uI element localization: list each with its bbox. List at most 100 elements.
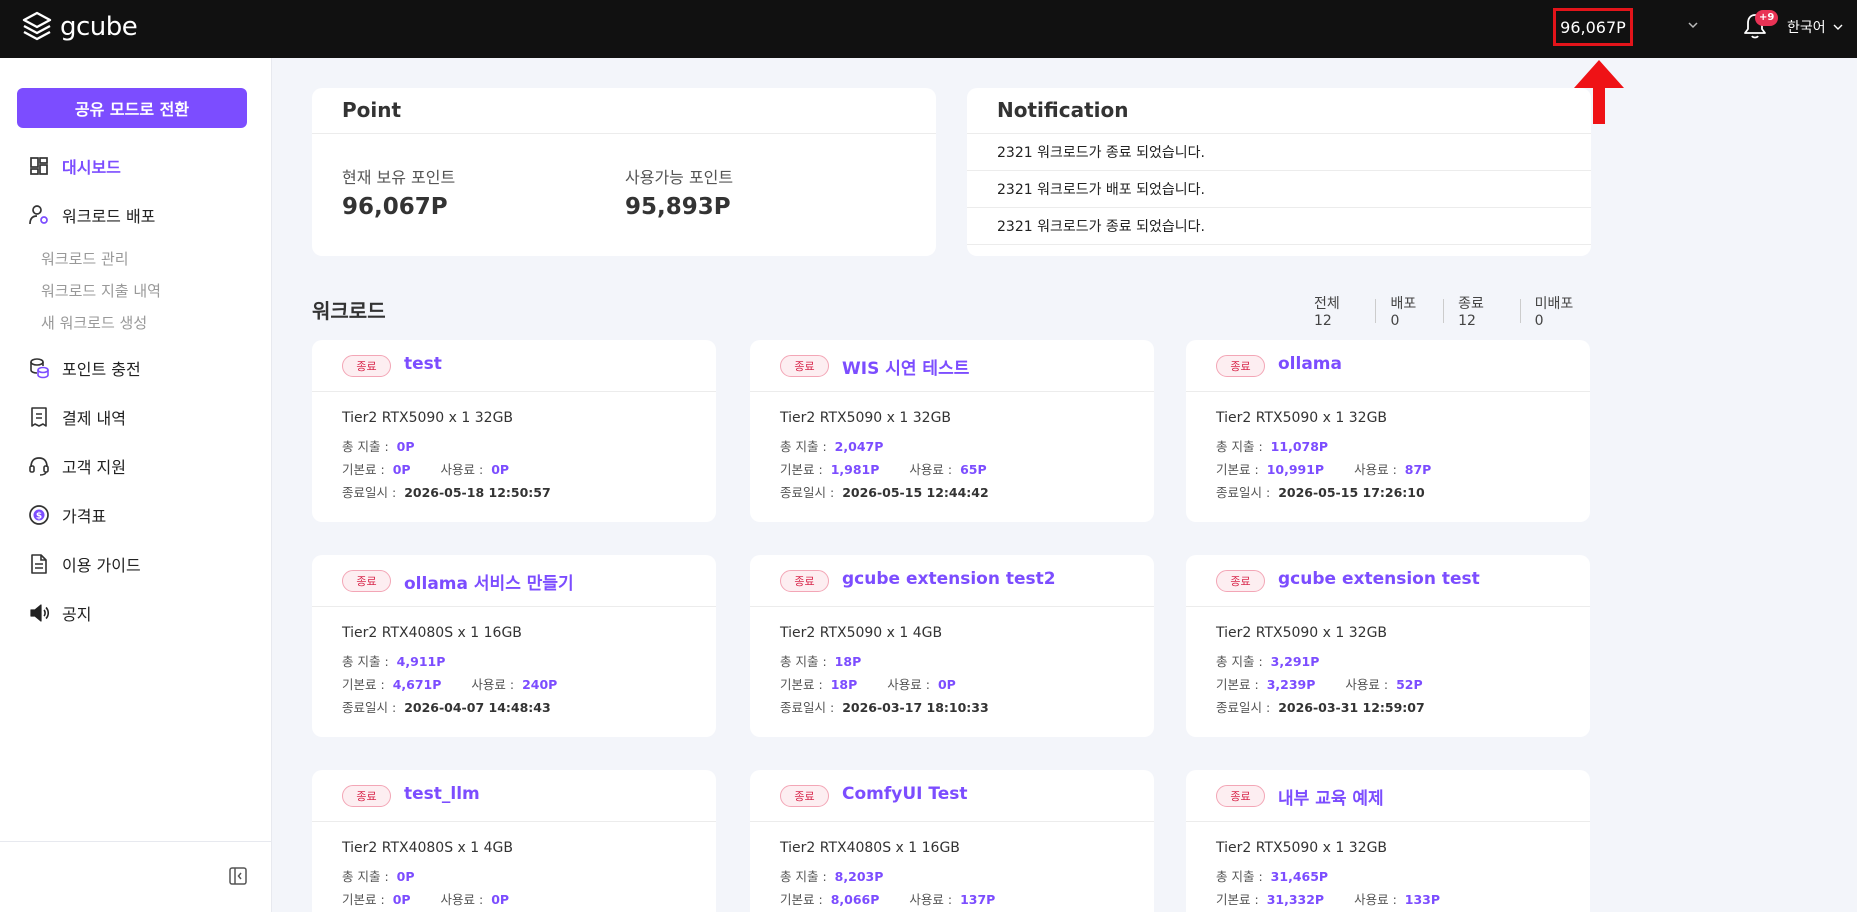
top-bar: gcube 96,067P +9 한국어 bbox=[0, 0, 1857, 58]
usage-fee-label: 사용료 : bbox=[909, 892, 953, 907]
workload-card[interactable]: 종료 WIS 시연 테스트 Tier2 RTX5090 x 1 32GB 총 지출 :… bbox=[750, 340, 1154, 522]
workload-name[interactable]: gcube extension test2 bbox=[842, 569, 1056, 589]
sidebar-item-customer-support[interactable]: 고객 지원 bbox=[28, 452, 126, 480]
workload-card[interactable]: 종료 ollama Tier2 RTX5090 x 1 32GB 총 지출 : 11,0… bbox=[1186, 340, 1590, 522]
base-fee-value: 3,239P bbox=[1266, 677, 1316, 692]
notification-item[interactable]: 2321 워크로드가 종료 되었습니다. bbox=[967, 208, 1591, 245]
total-spend-row: 총 지출 : 4,911P bbox=[342, 651, 445, 670]
workload-card[interactable]: 종료 gcube extension test Tier2 RTX5090 x 1 … bbox=[1186, 555, 1590, 737]
total-spend-value: 4,911P bbox=[396, 654, 446, 669]
ended-at-row: 종료일시 : 2026-03-31 12:59:07 bbox=[1216, 697, 1425, 716]
sidebar-item-dashboard[interactable]: 대시보드 bbox=[28, 152, 121, 180]
workload-filters: 전체 12 배포 0 종료 12 미배포 0 bbox=[1300, 296, 1600, 329]
workload-name[interactable]: test bbox=[404, 354, 442, 374]
language-label: 한국어 bbox=[1787, 20, 1826, 36]
filter-deployed[interactable]: 배포 0 bbox=[1375, 296, 1443, 329]
total-spend-label: 총 지출 : bbox=[780, 654, 827, 669]
usage-fee-label: 사용료 : bbox=[471, 677, 515, 692]
workload-name[interactable]: ComfyUI Test bbox=[842, 784, 968, 804]
workload-name[interactable]: test_llm bbox=[404, 784, 480, 804]
sidebar-collapse-icon[interactable] bbox=[229, 867, 247, 885]
workload-gpu-spec: Tier2 RTX4080S x 1 16GB bbox=[780, 840, 960, 856]
workload-gpu-spec: Tier2 RTX5090 x 1 32GB bbox=[1216, 625, 1388, 641]
workload-card-header: 종료 WIS 시연 테스트 bbox=[750, 340, 1154, 392]
logo[interactable]: gcube bbox=[22, 10, 138, 44]
workload-name[interactable]: ollama bbox=[1278, 354, 1342, 374]
notification-item[interactable]: 2321 워크로드가 종료 되었습니다. bbox=[967, 134, 1591, 171]
sidebar-item-point-charge[interactable]: 포인트 충전 bbox=[28, 354, 141, 382]
sidebar-item-payment-history[interactable]: 결제 내역 bbox=[28, 403, 126, 431]
ended-at-value: 2026-03-17 18:10:33 bbox=[842, 700, 989, 715]
workload-name[interactable]: ollama 서비스 만들기 bbox=[404, 569, 574, 594]
workload-name[interactable]: gcube extension test bbox=[1278, 569, 1480, 589]
total-spend-label: 총 지출 : bbox=[780, 439, 827, 454]
sidebar: 공유 모드로 전환 대시보드 워크로드 배포 워크로드 관리 워크로드 지출 내… bbox=[0, 58, 272, 912]
workload-name[interactable]: WIS 시연 테스트 bbox=[842, 354, 969, 379]
base-fee-label: 기본료 : bbox=[342, 677, 385, 692]
sidebar-item-user-guide[interactable]: 이용 가이드 bbox=[28, 550, 141, 578]
filter-all[interactable]: 전체 12 bbox=[1300, 296, 1375, 329]
sidebar-subitem-workload-spending[interactable]: 워크로드 지출 내역 bbox=[41, 280, 161, 301]
notification-count-badge: +9 bbox=[1755, 10, 1779, 26]
sidebar-item-label: 고객 지원 bbox=[62, 458, 126, 477]
status-badge: 종료 bbox=[342, 355, 391, 377]
ended-at-label: 종료일시 : bbox=[342, 485, 397, 500]
total-spend-value: 31,465P bbox=[1270, 869, 1329, 884]
workload-card[interactable]: 종료 ComfyUI Test Tier2 RTX4080S x 1 16GB 총 지… bbox=[750, 770, 1154, 912]
base-fee-label: 기본료 : bbox=[342, 462, 385, 477]
language-selector[interactable]: 한국어 bbox=[1787, 17, 1844, 37]
total-spend-label: 총 지출 : bbox=[1216, 869, 1263, 884]
total-spend-value: 2,047P bbox=[834, 439, 884, 454]
workload-gpu-spec: Tier2 RTX5090 x 1 32GB bbox=[1216, 410, 1388, 426]
sidebar-item-label: 결제 내역 bbox=[62, 409, 126, 428]
workload-gpu-spec: Tier2 RTX5090 x 1 32GB bbox=[342, 410, 514, 426]
workload-card[interactable]: 종료 test Tier2 RTX5090 x 1 32GB 총 지출 :0P 기본료 … bbox=[312, 340, 716, 522]
status-badge: 종료 bbox=[780, 570, 829, 592]
usage-fee-value: 0P bbox=[491, 462, 510, 477]
total-spend-value: 11,078P bbox=[1270, 439, 1329, 454]
workload-card[interactable]: 종료 gcube extension test2 Tier2 RTX5090 x 1… bbox=[750, 555, 1154, 737]
total-spend-row: 총 지출 : 8,203P bbox=[780, 866, 883, 885]
sidebar-item-notice[interactable]: 공지 bbox=[28, 599, 91, 627]
workload-card[interactable]: 종료 test_llm Tier2 RTX4080S x 1 4GB 총 지출 :0P… bbox=[312, 770, 716, 912]
notification-card: Notification 2321 워크로드가 종료 되었습니다. 2321 워… bbox=[967, 88, 1591, 256]
total-spend-label: 총 지출 : bbox=[342, 654, 389, 669]
total-spend-value: 18P bbox=[834, 654, 862, 669]
total-spend-row: 총 지출 : 11,078P bbox=[1216, 436, 1328, 455]
workload-name[interactable]: 내부 교육 예제 bbox=[1278, 784, 1384, 809]
workload-card[interactable]: 종료 ollama 서비스 만들기 Tier2 RTX4080S x 1 16GB 총… bbox=[312, 555, 716, 737]
filter-terminated[interactable]: 종료 12 bbox=[1443, 296, 1519, 329]
ended-at-value: 2026-05-18 12:50:57 bbox=[404, 485, 551, 500]
sidebar-subitem-new-workload[interactable]: 새 워크로드 생성 bbox=[41, 312, 147, 333]
chevron-down-icon[interactable] bbox=[1686, 18, 1700, 32]
total-spend-row: 총 지출 : 18P bbox=[780, 651, 861, 670]
switch-share-mode-button[interactable]: 공유 모드로 전환 bbox=[17, 88, 247, 128]
megaphone-icon bbox=[28, 602, 50, 624]
base-fee-value: 8,066P bbox=[830, 892, 880, 907]
base-fee-label: 기본료 : bbox=[342, 892, 385, 907]
notification-item[interactable]: 2321 워크로드가 배포 되었습니다. bbox=[967, 171, 1591, 208]
sidebar-item-label: 워크로드 배포 bbox=[62, 207, 156, 226]
available-points-value: 95,893P bbox=[625, 194, 731, 220]
user-gear-icon bbox=[28, 204, 50, 226]
workload-card-header: 종료 test_llm bbox=[312, 770, 716, 822]
total-spend-label: 총 지출 : bbox=[1216, 654, 1263, 669]
fee-row: 기본료 : 10,991P 사용료 : 87P bbox=[1216, 459, 1431, 478]
ended-at-label: 종료일시 : bbox=[780, 485, 835, 500]
workload-gpu-spec: Tier2 RTX4080S x 1 16GB bbox=[342, 625, 522, 641]
filter-undeployed[interactable]: 미배포 0 bbox=[1519, 296, 1600, 329]
sidebar-item-workload-deploy[interactable]: 워크로드 배포 bbox=[28, 201, 155, 229]
points-balance[interactable]: 96,067P bbox=[1553, 8, 1633, 46]
headset-icon bbox=[28, 455, 50, 477]
coins-icon bbox=[28, 357, 50, 379]
sidebar-item-label: 대시보드 bbox=[62, 158, 121, 177]
divider bbox=[312, 133, 936, 134]
sidebar-subitem-workload-manage[interactable]: 워크로드 관리 bbox=[41, 248, 129, 269]
usage-fee-label: 사용료 : bbox=[909, 462, 953, 477]
ended-at-label: 종료일시 : bbox=[780, 700, 835, 715]
sidebar-item-pricing[interactable]: $ 가격표 bbox=[28, 501, 106, 529]
ended-at-row: 종료일시 : 2026-05-15 12:44:42 bbox=[780, 482, 989, 501]
ended-at-value: 2026-03-31 12:59:07 bbox=[1278, 700, 1425, 715]
receipt-icon bbox=[28, 406, 50, 428]
workload-card[interactable]: 종료 내부 교육 예제 Tier2 RTX5090 x 1 32GB 총 지출 :31… bbox=[1186, 770, 1590, 912]
